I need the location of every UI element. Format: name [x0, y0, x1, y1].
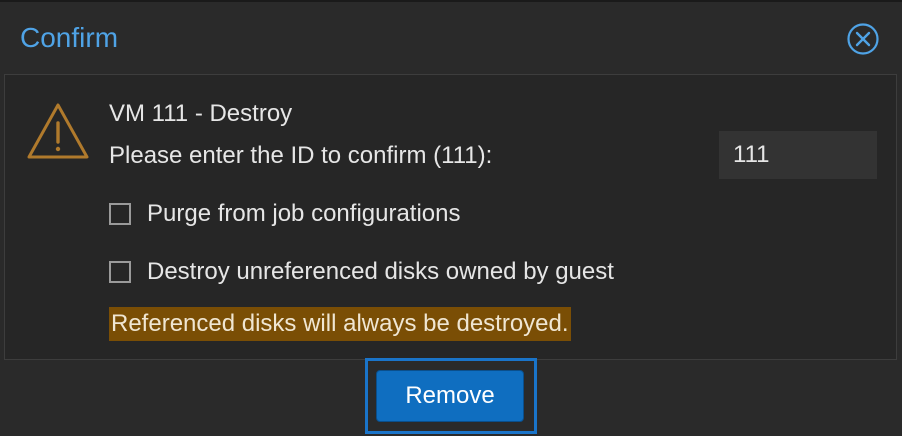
- destroy-disks-checkbox-label: Destroy unreferenced disks owned by gues…: [147, 258, 614, 285]
- confirm-dialog: Confirm VM 111 - Destroy Please enter th…: [0, 0, 902, 436]
- purge-checkbox-row[interactable]: Purge from job configurations: [109, 199, 461, 229]
- destroy-disks-checkbox[interactable]: [109, 261, 131, 283]
- destroy-disks-checkbox-row[interactable]: Destroy unreferenced disks owned by gues…: [109, 257, 614, 287]
- confirm-prompt: Please enter the ID to confirm (111):: [109, 142, 493, 169]
- dialog-heading: VM 111 - Destroy: [109, 100, 293, 127]
- dialog-titlebar: Confirm: [0, 2, 902, 74]
- dialog-title: Confirm: [20, 22, 119, 53]
- close-button[interactable]: [846, 22, 880, 56]
- warning-triangle-icon: [27, 103, 89, 159]
- purge-checkbox-label: Purge from job configurations: [147, 200, 461, 227]
- purge-checkbox[interactable]: [109, 203, 131, 225]
- close-circle-icon: [847, 23, 879, 55]
- remove-button[interactable]: Remove: [376, 370, 524, 422]
- confirm-id-input[interactable]: [719, 131, 877, 179]
- referenced-disks-note: Referenced disks will always be destroye…: [109, 307, 571, 341]
- dialog-body: VM 111 - Destroy Please enter the ID to …: [4, 74, 897, 360]
